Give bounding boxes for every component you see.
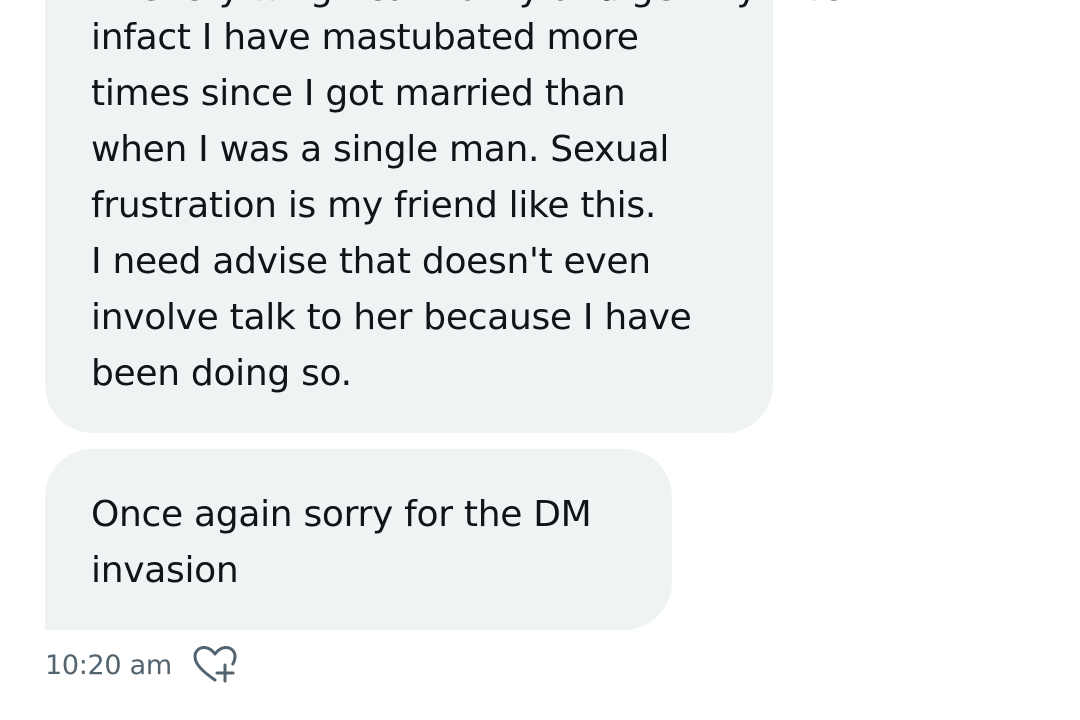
message-meta: 10:20 am xyxy=(45,645,238,685)
message-line: when I was a single man. Sexual xyxy=(91,129,670,170)
dm-conversation: … everything I can to try and get my wif… xyxy=(0,0,1080,720)
message-bubble[interactable]: … everything I can to try and get my wif… xyxy=(45,0,891,433)
message-line: Once again sorry for the DM xyxy=(91,494,592,535)
message-line: I need advise that doesn't even xyxy=(91,241,651,282)
add-reaction-button[interactable] xyxy=(192,645,238,685)
message-line: times since I got married than xyxy=(91,73,626,114)
message-line: invasion xyxy=(91,550,239,591)
message-bubble[interactable]: Once again sorry for the DM invasion xyxy=(45,449,672,630)
message-line: frustration is my friend like this. xyxy=(91,185,656,226)
message-line: been doing so. xyxy=(91,353,352,394)
message-timestamp: 10:20 am xyxy=(45,649,172,681)
message-line: involve talk to her because I have xyxy=(91,297,692,338)
message-line: infact I have mastubated more xyxy=(91,17,639,58)
heart-plus-icon xyxy=(193,646,237,683)
